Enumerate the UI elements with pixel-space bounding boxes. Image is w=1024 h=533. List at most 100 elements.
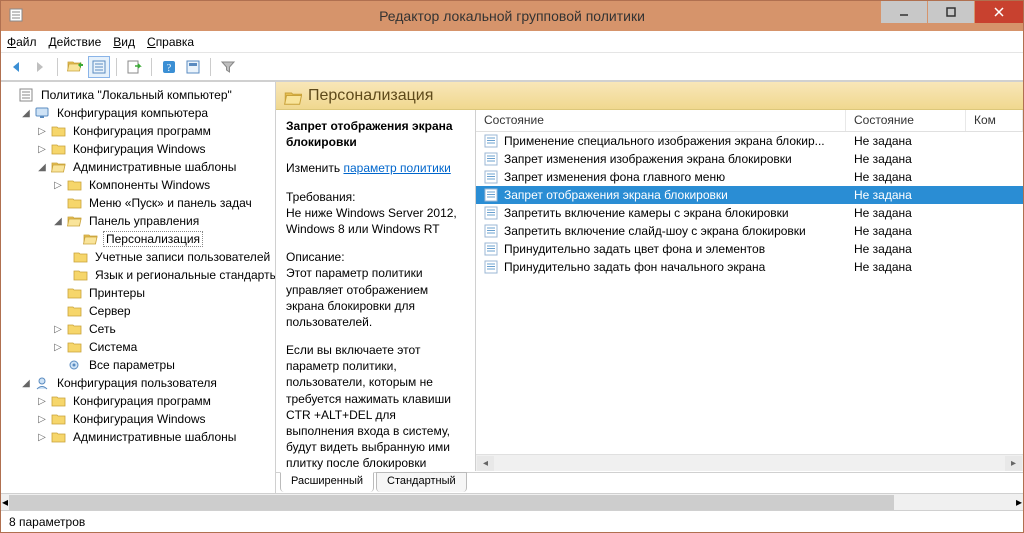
separator-icon [210, 58, 211, 76]
titlebar[interactable]: Редактор локальной групповой политики [1, 1, 1023, 31]
folder-icon [51, 430, 67, 444]
folder-icon [51, 142, 67, 156]
caption-buttons [881, 1, 1023, 31]
collapse-icon[interactable]: ◢ [21, 378, 31, 389]
list-row[interactable]: Принудительно задать цвет фона и элемент… [476, 240, 1023, 258]
list-row[interactable]: Запрет отображения экрана блокировкиНе з… [476, 186, 1023, 204]
tree-user-windows-config[interactable]: ▷Конфигурация Windows [5, 410, 275, 428]
folder-icon [67, 286, 83, 300]
tree-lang-region[interactable]: Язык и региональные стандарты [5, 266, 275, 284]
folder-icon [51, 394, 67, 408]
close-button[interactable] [975, 1, 1023, 23]
list-row[interactable]: Принудительно задать фон начального экра… [476, 258, 1023, 276]
tree-computer-config[interactable]: ◢Конфигурация компьютера [5, 104, 275, 122]
list-row[interactable]: Применение специального изображения экра… [476, 132, 1023, 150]
expand-icon[interactable]: ▷ [37, 414, 47, 425]
tree-server[interactable]: Сервер [5, 302, 275, 320]
expand-icon[interactable]: ▷ [37, 126, 47, 137]
folder-icon [51, 160, 67, 174]
list-hscrollbar[interactable]: ◂ ▸ [476, 454, 1023, 471]
tab-extended[interactable]: Расширенный [280, 472, 374, 492]
menu-action[interactable]: Действие [49, 35, 102, 49]
tree-system[interactable]: ▷Система [5, 338, 275, 356]
help-button[interactable]: ? [158, 56, 180, 78]
filter-button[interactable] [217, 56, 239, 78]
expand-icon[interactable]: ▷ [37, 396, 47, 407]
tree-user-software-config[interactable]: ▷Конфигурация программ [5, 392, 275, 410]
list-row[interactable]: Запретить включение слайд-шоу с экрана б… [476, 222, 1023, 240]
menu-help[interactable]: Справка [147, 35, 194, 49]
expand-icon[interactable]: ▷ [53, 342, 63, 353]
window-title: Редактор локальной групповой политики [1, 8, 1023, 24]
expand-icon[interactable]: ▷ [37, 432, 47, 443]
column-comment[interactable]: Ком [966, 110, 1023, 131]
row-name: Принудительно задать фон начального экра… [504, 260, 765, 274]
row-state: Не задана [846, 260, 966, 274]
maximize-button[interactable] [928, 1, 974, 23]
expand-icon[interactable]: ▷ [37, 144, 47, 155]
filter-options-button[interactable] [182, 56, 204, 78]
column-state[interactable]: Состояние [846, 110, 966, 131]
expand-icon[interactable]: ▷ [53, 180, 63, 191]
minimize-button[interactable] [881, 1, 927, 23]
back-button[interactable] [5, 56, 27, 78]
tree-personalization[interactable]: Персонализация [5, 230, 275, 248]
tab-standard[interactable]: Стандартный [376, 472, 467, 492]
tree-software-config[interactable]: ▷Конфигурация программ [5, 122, 275, 140]
description-text-2: Если вы включаете этот параметр политики… [286, 342, 465, 471]
computer-icon [35, 106, 51, 120]
details-pane: Запрет отображения экрана блокировки Изм… [276, 110, 476, 471]
scroll-thumb[interactable] [9, 495, 894, 510]
collapse-icon[interactable]: ◢ [53, 216, 63, 227]
policy-item-icon [484, 152, 500, 166]
tree-start-menu[interactable]: Меню «Пуск» и панель задач [5, 194, 275, 212]
folder-icon [73, 268, 89, 282]
scroll-left-icon[interactable]: ◂ [477, 456, 494, 471]
tree-all-settings[interactable]: Все параметры [5, 356, 275, 374]
row-name: Запрет изменения фона главного меню [504, 170, 725, 184]
list-body[interactable]: Применение специального изображения экра… [476, 132, 1023, 454]
scroll-right-icon[interactable]: ▸ [1005, 456, 1022, 471]
menu-file[interactable]: Файл [7, 35, 37, 49]
tree-control-panel[interactable]: ◢Панель управления [5, 212, 275, 230]
toolbar: ? [1, 53, 1023, 81]
scroll-track[interactable] [9, 495, 1015, 510]
row-state: Не задана [846, 152, 966, 166]
policy-item-icon [484, 170, 500, 184]
tree-network[interactable]: ▷Сеть [5, 320, 275, 338]
collapse-icon[interactable]: ◢ [21, 108, 31, 119]
collapse-icon[interactable]: ◢ [37, 162, 47, 173]
policy-item-icon [484, 134, 500, 148]
main-hscrollbar[interactable]: ◂ ▸ [1, 493, 1023, 510]
list-row[interactable]: Запретить включение камеры с экрана блок… [476, 204, 1023, 222]
tree-printers[interactable]: Принтеры [5, 284, 275, 302]
tree-user-admin-templates[interactable]: ▷Административные шаблоны [5, 428, 275, 446]
requirements-text: Не ниже Windows Server 2012, Windows 8 и… [286, 206, 457, 236]
policy-icon [19, 88, 35, 102]
tree-windows-config[interactable]: ▷Конфигурация Windows [5, 140, 275, 158]
edit-setting-link[interactable]: параметр политики [343, 161, 450, 175]
menu-view[interactable]: Вид [113, 35, 135, 49]
menubar: Файл Действие Вид Справка [1, 31, 1023, 53]
row-name: Запрет отображения экрана блокировки [504, 188, 728, 202]
properties-button[interactable] [88, 56, 110, 78]
list-row[interactable]: Запрет изменения изображения экрана блок… [476, 150, 1023, 168]
list-header[interactable]: Состояние Состояние Ком [476, 110, 1023, 132]
list-row[interactable]: Запрет изменения фона главного меню Не за… [476, 168, 1023, 186]
tree-user-config[interactable]: ◢Конфигурация пользователя [5, 374, 275, 392]
scroll-left-icon[interactable]: ◂ [2, 495, 8, 509]
tree-user-accounts[interactable]: Учетные записи пользователей [5, 248, 275, 266]
policy-item-icon [484, 260, 500, 274]
tree-root[interactable]: Политика "Локальный компьютер" [5, 86, 275, 104]
column-name[interactable]: Состояние [476, 110, 846, 131]
row-state: Не задана [846, 170, 966, 184]
up-button[interactable] [64, 56, 86, 78]
tree-pane[interactable]: Политика "Локальный компьютер" ◢Конфигур… [1, 82, 276, 493]
scroll-right-icon[interactable]: ▸ [1016, 495, 1022, 509]
export-button[interactable] [123, 56, 145, 78]
forward-button[interactable] [29, 56, 51, 78]
expand-icon[interactable]: ▷ [53, 324, 63, 335]
tree-windows-components[interactable]: ▷Компоненты Windows [5, 176, 275, 194]
description-label: Описание: [286, 250, 345, 264]
tree-admin-templates[interactable]: ◢Административные шаблоны [5, 158, 275, 176]
